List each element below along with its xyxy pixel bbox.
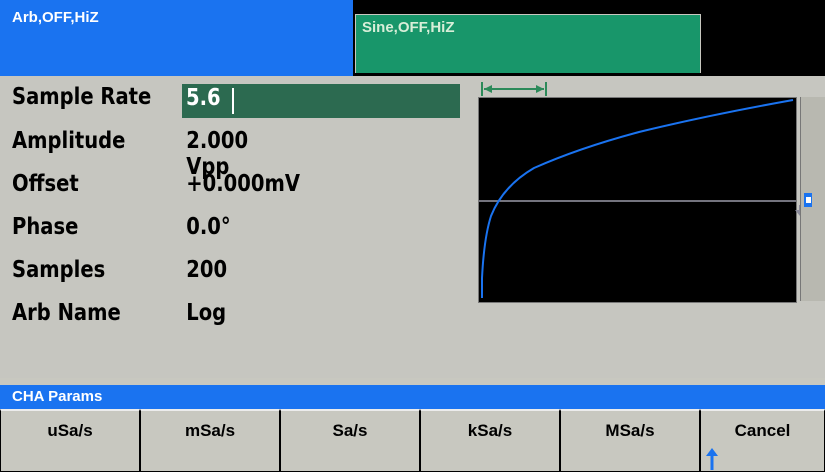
param-value-phase: 0.0° bbox=[186, 214, 231, 240]
param-label-samples: Samples bbox=[12, 257, 106, 283]
channel-a-tab[interactable]: Arb,OFF,HiZ bbox=[0, 0, 353, 76]
param-row-offset[interactable]: Offset +0.000mV bbox=[12, 171, 300, 207]
softkey-cancel[interactable]: Cancel bbox=[700, 409, 825, 472]
param-label-phase: Phase bbox=[12, 214, 79, 240]
channel-b-status: Sine,OFF,HiZ bbox=[362, 19, 455, 36]
softkey-label: mSa/s bbox=[184, 421, 236, 440]
softkey-label: uSa/s bbox=[47, 421, 93, 440]
param-row-samples[interactable]: Samples 200 bbox=[12, 257, 227, 293]
softkey-ksa-s[interactable]: kSa/s bbox=[420, 409, 560, 472]
param-row-arb-name[interactable]: Arb Name Log bbox=[12, 300, 226, 336]
param-value-samples: 200 bbox=[186, 257, 228, 283]
softkey-sa-s[interactable]: Sa/s bbox=[280, 409, 420, 472]
softkey-label: Cancel bbox=[734, 421, 791, 440]
param-row-sample-rate: Sample Rate bbox=[12, 84, 186, 120]
softkey-msa-s-milli[interactable]: mSa/s bbox=[140, 409, 280, 472]
channel-a-status: Arb,OFF,HiZ bbox=[12, 9, 99, 26]
period-marker-icon bbox=[481, 82, 547, 96]
return-arrow-icon bbox=[706, 448, 718, 470]
waveform-plot bbox=[479, 99, 796, 298]
softkey-usa-s[interactable]: uSa/s bbox=[0, 409, 140, 472]
waveform-display bbox=[478, 97, 797, 303]
param-label-sample-rate: Sample Rate bbox=[12, 84, 152, 110]
right-scroll-strip bbox=[800, 97, 825, 301]
top-status-bar: Arb,OFF,HiZ Sine,OFF,HiZ bbox=[0, 0, 825, 76]
param-value-arb-name: Log bbox=[186, 300, 227, 326]
param-row-amplitude[interactable]: Amplitude 2.000 Vpp bbox=[12, 128, 248, 180]
param-label-amplitude: Amplitude bbox=[12, 128, 126, 154]
menu-title: CHA Params bbox=[12, 388, 103, 405]
channel-indicator-icon bbox=[804, 193, 812, 207]
softkey-row: uSa/s mSa/s Sa/s kSa/s MSa/s Cancel bbox=[0, 409, 825, 472]
param-label-offset: Offset bbox=[12, 171, 79, 197]
text-cursor bbox=[232, 88, 234, 114]
softkey-label: MSa/s bbox=[605, 421, 655, 440]
softkey-label: Sa/s bbox=[332, 421, 368, 440]
softkey-label: kSa/s bbox=[467, 421, 513, 440]
param-panel: Sample Rate 5.6 Amplitude 2.000 Vpp Offs… bbox=[0, 76, 825, 378]
softkey-msa-s-mega[interactable]: MSa/s bbox=[560, 409, 700, 472]
menu-title-bar: CHA Params bbox=[0, 385, 825, 409]
param-label-arb-name: Arb Name bbox=[12, 300, 121, 326]
log-waveform-trace bbox=[481, 99, 794, 298]
param-row-phase[interactable]: Phase 0.0° bbox=[12, 214, 231, 250]
channel-b-tab[interactable]: Sine,OFF,HiZ bbox=[355, 14, 701, 73]
sample-rate-input-highlight[interactable] bbox=[182, 84, 460, 118]
param-value-offset: +0.000mV bbox=[186, 171, 300, 197]
sample-rate-value[interactable]: 5.6 bbox=[186, 85, 221, 111]
